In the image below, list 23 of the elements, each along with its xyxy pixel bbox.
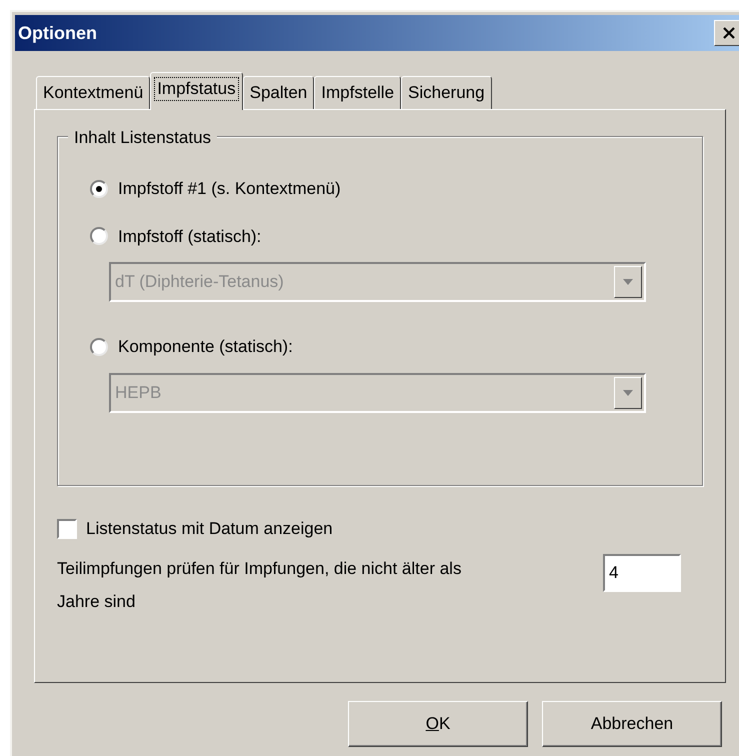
window-title: Optionen bbox=[18, 22, 97, 45]
tab[interactable]: Spalten bbox=[242, 76, 314, 109]
radio-button[interactable] bbox=[90, 338, 108, 356]
dropdown-arrow-icon bbox=[623, 390, 633, 396]
tab[interactable]: Impfstelle bbox=[314, 76, 402, 109]
years-field[interactable]: 4 bbox=[603, 554, 681, 592]
close-button[interactable] bbox=[714, 20, 739, 46]
close-icon bbox=[722, 27, 736, 39]
checkbox[interactable] bbox=[57, 518, 77, 539]
tab[interactable]: Kontextmenü bbox=[36, 76, 150, 109]
dialog-button[interactable]: Abbrechen bbox=[542, 701, 722, 747]
radio-button[interactable] bbox=[90, 227, 108, 246]
radio-label: Impfstoff (statisch): bbox=[118, 226, 262, 248]
dropdown-arrow-icon bbox=[623, 279, 633, 285]
field-suffix: Jahre sind bbox=[57, 591, 136, 613]
radio-button[interactable] bbox=[90, 180, 108, 198]
radio-label: Impfstoff #1 (s. Kontextmenü) bbox=[118, 178, 341, 200]
tab[interactable]: Impfstatus bbox=[150, 72, 243, 110]
dialog-button[interactable]: OK bbox=[348, 701, 528, 747]
tab[interactable]: Sicherung bbox=[401, 76, 492, 109]
checkbox-label: Listenstatus mit Datum anzeigen bbox=[86, 518, 333, 540]
radio-label: Komponente (statisch): bbox=[118, 336, 293, 358]
field-label: Teilimpfungen prüfen für Impfungen, die nicht älter als bbox=[57, 558, 462, 580]
